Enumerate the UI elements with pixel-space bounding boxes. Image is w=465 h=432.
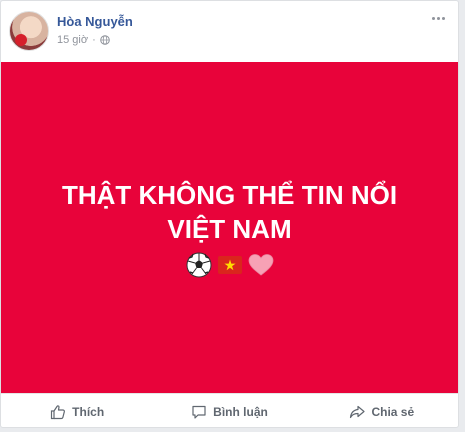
globe-icon[interactable] xyxy=(99,35,110,45)
share-arrow-icon xyxy=(350,405,366,418)
share-label: Chia sẻ xyxy=(371,404,415,419)
post-meta: 15 giờ · xyxy=(57,34,110,46)
author-name[interactable]: Hòa Nguyễn xyxy=(57,14,133,29)
post-banner: THẬT KHÔNG THỂ TIN NỔI VIỆT NAM xyxy=(1,62,458,393)
soccer-ball-icon xyxy=(186,252,211,277)
avatar-flower xyxy=(15,34,27,46)
like-label: Thích xyxy=(72,404,105,419)
banner-line-1: THẬT KHÔNG THỂ TIN NỔI xyxy=(61,179,398,210)
like-button[interactable]: Thích xyxy=(1,404,153,420)
comment-icon xyxy=(192,405,206,419)
post-actions: Thích Bình luận Chia sẻ xyxy=(1,393,458,427)
timestamp[interactable]: 15 giờ xyxy=(57,34,88,46)
post-header: Hòa Nguyễn 15 giờ · xyxy=(1,1,458,62)
heart-icon xyxy=(248,253,273,276)
avatar[interactable] xyxy=(9,11,49,51)
vietnam-flag-icon xyxy=(217,255,242,274)
meta-separator: · xyxy=(92,34,96,46)
share-button[interactable]: Chia sẻ xyxy=(306,404,458,420)
comment-button[interactable]: Bình luận xyxy=(153,404,305,420)
thumbs-up-icon xyxy=(51,404,66,419)
banner-line-2: VIỆT NAM xyxy=(167,213,292,244)
more-options-icon[interactable] xyxy=(428,11,448,25)
comment-label: Bình luận xyxy=(213,404,268,419)
post-card: Hòa Nguyễn 15 giờ · THẬT KHÔNG THỂ TIN N… xyxy=(0,0,459,428)
emoji-row xyxy=(186,252,274,278)
